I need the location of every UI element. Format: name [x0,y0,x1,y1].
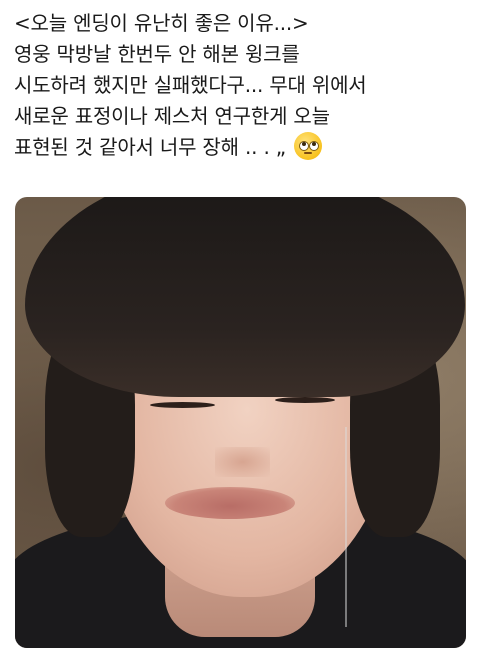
tweet-line: 새로운 표정이나 제스처 연구한게 오늘 [14,104,330,128]
face-with-rolling-eyes-icon [294,132,323,160]
tweet-line-text: 표현된 것 같아서 너무 장해 .. . „ [14,135,286,159]
tweet-line-last: 표현된 것 같아서 너무 장해 .. . „ [14,132,470,163]
photo-lips [165,487,295,519]
photo-nose [215,447,270,477]
tweet-line: 시도하려 했지만 실패했다구... 무대 위에서 [14,73,367,97]
photo-eye-left [150,402,215,408]
photo-earbud-wire [345,427,347,627]
photo-hair [25,197,465,397]
tweet-text: <오늘 엔딩이 유난히 좋은 이유...> 영웅 막방날 한번두 안 해본 윙크… [14,8,470,163]
tweet-photo[interactable] [15,197,466,648]
photo-eye-right [275,397,335,403]
tweet-line: 영웅 막방날 한번두 안 해본 윙크를 [14,42,300,66]
tweet-line: <오늘 엔딩이 유난히 좋은 이유...> [14,11,309,35]
